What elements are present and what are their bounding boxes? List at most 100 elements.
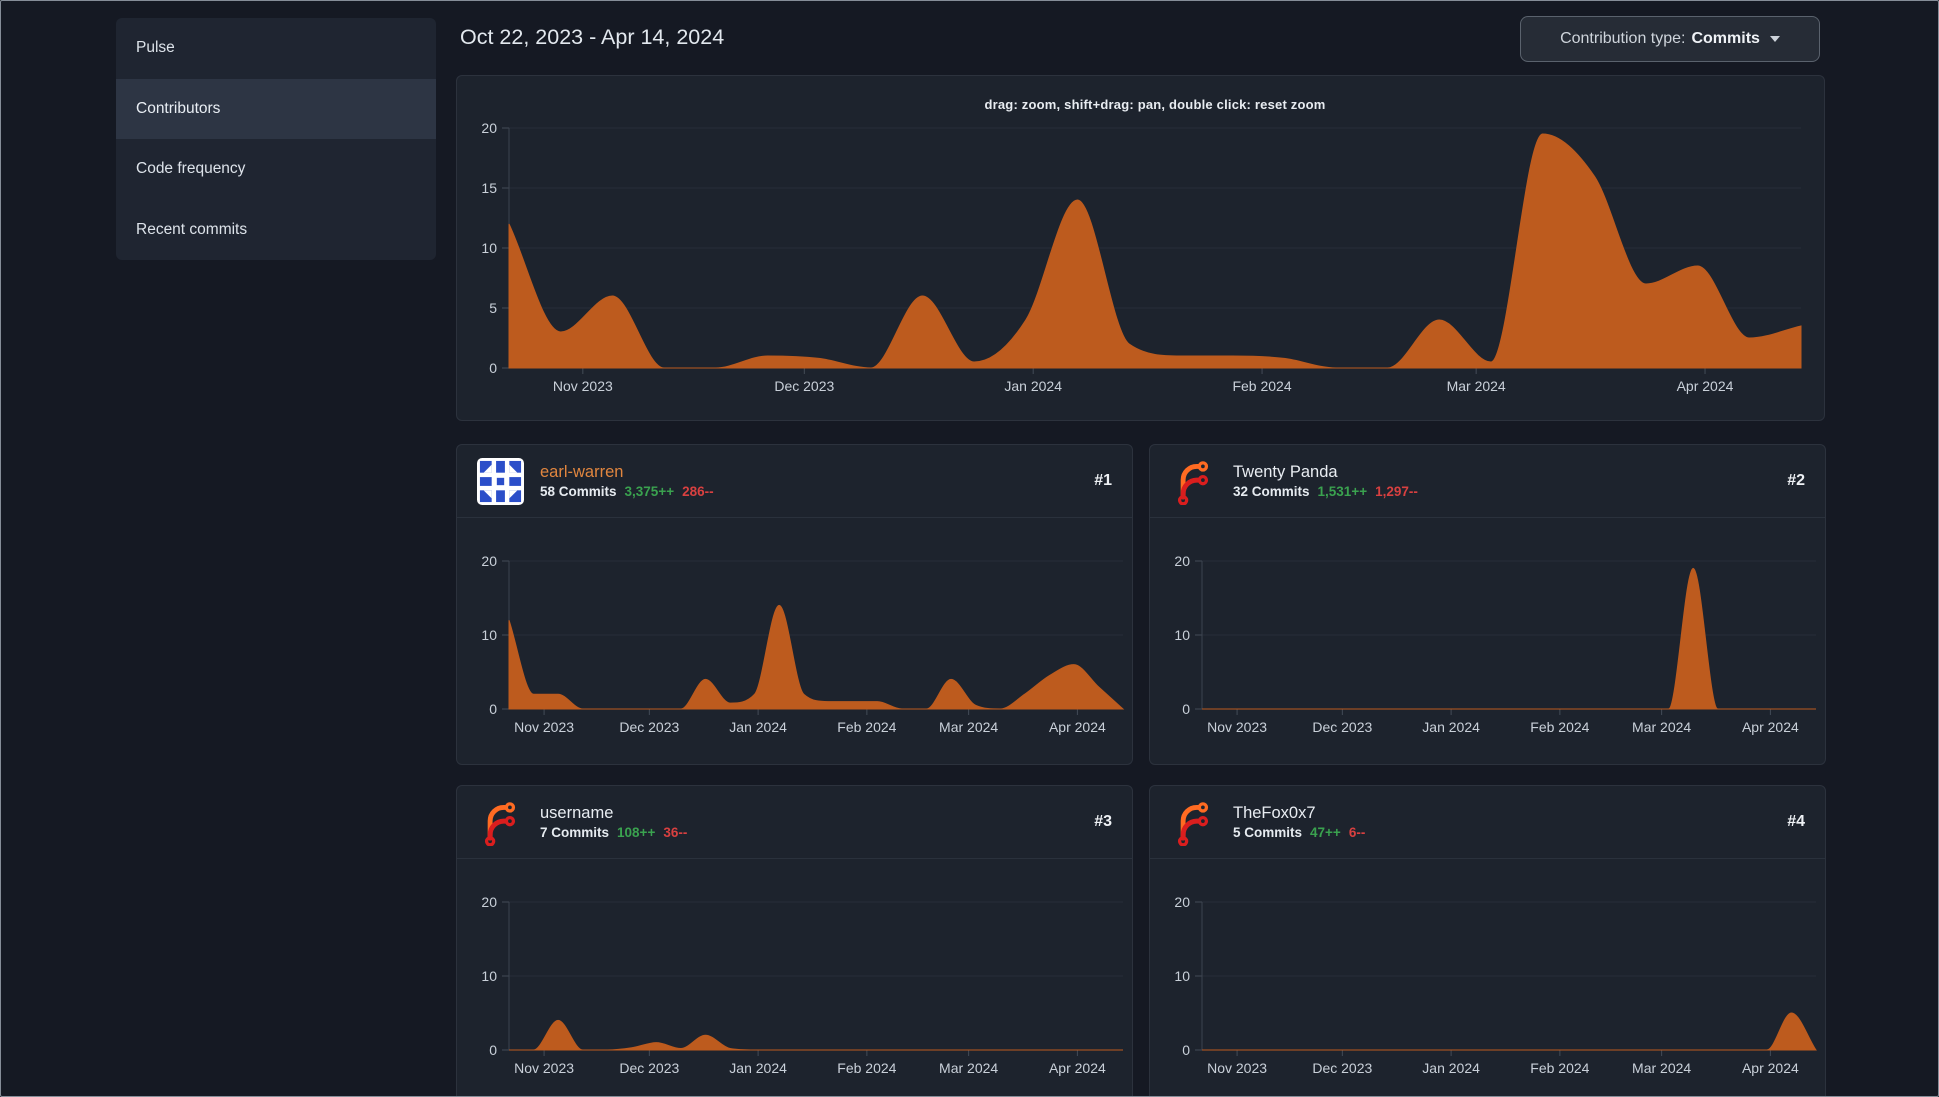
svg-text:20: 20 (1174, 553, 1190, 569)
svg-text:Nov 2023: Nov 2023 (1207, 719, 1267, 735)
contributor-card-4: TheFox0x7 5 Commits 47++ 6-- #4 0 10 20 Nov… (1149, 785, 1826, 1097)
contributor-name-link[interactable]: earl-warren (540, 463, 714, 481)
svg-text:Dec 2023: Dec 2023 (774, 378, 834, 394)
svg-text:10: 10 (1174, 627, 1190, 643)
contributor-stats: 58 Commits 3,375++ 286-- (540, 484, 714, 499)
sidebar-item-code-frequency[interactable]: Code frequency (116, 139, 436, 200)
contributor-card-3: username 7 Commits 108++ 36-- #3 0 10 20 No… (456, 785, 1133, 1097)
contributor-stats: 7 Commits 108++ 36-- (540, 825, 687, 840)
svg-text:Dec 2023: Dec 2023 (1312, 1060, 1372, 1076)
rank-badge: #4 (1787, 813, 1805, 830)
sidebar-item-contributors[interactable]: Contributors (116, 78, 436, 139)
svg-text:0: 0 (489, 360, 497, 376)
svg-text:15: 15 (481, 180, 497, 196)
svg-text:Jan 2024: Jan 2024 (729, 719, 787, 735)
chart-zoom-hint: drag: zoom, shift+drag: pan, double clic… (984, 97, 1326, 112)
svg-text:Jan 2024: Jan 2024 (1422, 1060, 1480, 1076)
repo-activity-contributors-page: Pulse Contributors Code frequency Recent… (0, 0, 1939, 1097)
caret-down-icon (1769, 36, 1780, 42)
contributor-name: username (540, 803, 614, 822)
svg-text:20: 20 (1174, 894, 1190, 910)
svg-text:Mar 2024: Mar 2024 (1447, 378, 1506, 394)
contributor-commits-chart[interactable]: 0 10 20 Nov 2023 Dec 2023 Jan 2024 Feb 2024 Mar… (457, 518, 1132, 764)
contributor-name: TheFox0x7 (1233, 803, 1316, 822)
contributor-card-1: earl-warren 58 Commits 3,375++ 286-- #1 … (456, 444, 1133, 765)
identicon-avatar (477, 457, 524, 505)
rank-badge: #1 (1094, 472, 1112, 489)
svg-text:20: 20 (481, 894, 497, 910)
contributor-commits-chart[interactable]: 0 10 20 Nov 2023 Dec 2023 Jan 2024 Feb 2024 Mar… (1150, 518, 1825, 764)
svg-text:10: 10 (481, 240, 497, 256)
svg-text:Feb 2024: Feb 2024 (837, 1060, 896, 1076)
svg-text:Nov 2023: Nov 2023 (514, 1060, 574, 1076)
svg-text:Apr 2024: Apr 2024 (1049, 719, 1106, 735)
svg-text:Jan 2024: Jan 2024 (729, 1060, 787, 1076)
deletions-count: 286-- (682, 484, 714, 500)
svg-text:Mar 2024: Mar 2024 (939, 719, 998, 735)
overview-chart-panel: 0 5 10 15 20 Nov 2023 Dec 2023 Jan 2024 Feb 2024… (456, 75, 1825, 421)
deletions-count: 6-- (1348, 825, 1366, 841)
svg-text:Apr 2024: Apr 2024 (1742, 1060, 1799, 1076)
sidebar-item-recent-commits[interactable]: Recent commits (116, 200, 436, 261)
commit-count: 32 Commits (1233, 484, 1310, 500)
svg-text:Nov 2023: Nov 2023 (553, 378, 613, 394)
deletions-count: 36-- (663, 825, 688, 841)
additions-count: 1,531++ (1317, 484, 1368, 500)
contributor-card-header: TheFox0x7 5 Commits 47++ 6-- #4 (1150, 786, 1825, 859)
forgejo-logo-avatar (1177, 801, 1209, 846)
svg-text:Feb 2024: Feb 2024 (837, 719, 896, 735)
date-range-heading: Oct 22, 2023 - Apr 14, 2024 (460, 25, 725, 49)
contribution-type-label: Contribution type: (1560, 30, 1686, 47)
overview-commits-chart[interactable]: 0 5 10 15 20 Nov 2023 Dec 2023 Jan 2024 Feb 2024… (457, 76, 1824, 420)
svg-text:Nov 2023: Nov 2023 (514, 719, 574, 735)
deletions-count: 1,297-- (1375, 484, 1418, 500)
sidebar-item-pulse[interactable]: Pulse (116, 18, 436, 79)
forgejo-logo-avatar (484, 801, 516, 846)
contribution-type-dropdown[interactable]: Contribution type: Commits (1520, 16, 1820, 62)
svg-text:10: 10 (481, 968, 497, 984)
svg-text:Mar 2024: Mar 2024 (1632, 719, 1691, 735)
svg-text:Dec 2023: Dec 2023 (619, 719, 679, 735)
svg-text:0: 0 (1182, 1042, 1190, 1058)
svg-text:Apr 2024: Apr 2024 (1049, 1060, 1106, 1076)
contributor-card-header: Twenty Panda 32 Commits 1,531++ 1,297-- … (1150, 445, 1825, 518)
rank-badge: #3 (1094, 813, 1112, 830)
contributor-commits-chart[interactable]: 0 10 20 Nov 2023 Dec 2023 Jan 2024 Feb 2024 Mar… (457, 859, 1132, 1097)
svg-text:0: 0 (1182, 701, 1190, 717)
commit-count: 58 Commits (540, 484, 617, 500)
additions-count: 3,375++ (624, 484, 675, 500)
svg-text:Apr 2024: Apr 2024 (1742, 719, 1799, 735)
svg-text:Dec 2023: Dec 2023 (1312, 719, 1372, 735)
svg-text:Apr 2024: Apr 2024 (1677, 378, 1734, 394)
svg-text:Mar 2024: Mar 2024 (939, 1060, 998, 1076)
commit-count: 5 Commits (1233, 825, 1303, 841)
contributor-card-header: earl-warren 58 Commits 3,375++ 286-- #1 (457, 445, 1132, 518)
svg-text:Feb 2024: Feb 2024 (1530, 719, 1589, 735)
contributor-card-header: username 7 Commits 108++ 36-- #3 (457, 786, 1132, 859)
svg-text:Nov 2023: Nov 2023 (1207, 1060, 1267, 1076)
contribution-type-value: Commits (1691, 30, 1760, 47)
svg-text:20: 20 (481, 120, 497, 136)
svg-text:5: 5 (489, 300, 497, 316)
svg-text:10: 10 (1174, 968, 1190, 984)
svg-text:Feb 2024: Feb 2024 (1530, 1060, 1589, 1076)
contributor-name: Twenty Panda (1233, 462, 1338, 481)
contributor-stats: 32 Commits 1,531++ 1,297-- (1233, 484, 1418, 499)
commit-count: 7 Commits (540, 825, 610, 841)
contributor-card-2: Twenty Panda 32 Commits 1,531++ 1,297-- … (1149, 444, 1826, 765)
svg-text:Jan 2024: Jan 2024 (1004, 378, 1062, 394)
svg-text:Feb 2024: Feb 2024 (1232, 378, 1291, 394)
forgejo-logo-avatar (1177, 460, 1209, 505)
activity-sidebar: Pulse Contributors Code frequency Recent… (116, 18, 436, 260)
additions-count: 108++ (617, 825, 656, 841)
contributor-commits-chart[interactable]: 0 10 20 Nov 2023 Dec 2023 Jan 2024 Feb 2024 Mar… (1150, 859, 1825, 1097)
svg-text:Jan 2024: Jan 2024 (1422, 719, 1480, 735)
svg-text:0: 0 (489, 701, 497, 717)
svg-text:Mar 2024: Mar 2024 (1632, 1060, 1691, 1076)
svg-text:20: 20 (481, 553, 497, 569)
rank-badge: #2 (1787, 472, 1805, 489)
svg-text:10: 10 (481, 627, 497, 643)
additions-count: 47++ (1310, 825, 1341, 841)
contributor-stats: 5 Commits 47++ 6-- (1233, 825, 1365, 840)
svg-text:Dec 2023: Dec 2023 (619, 1060, 679, 1076)
